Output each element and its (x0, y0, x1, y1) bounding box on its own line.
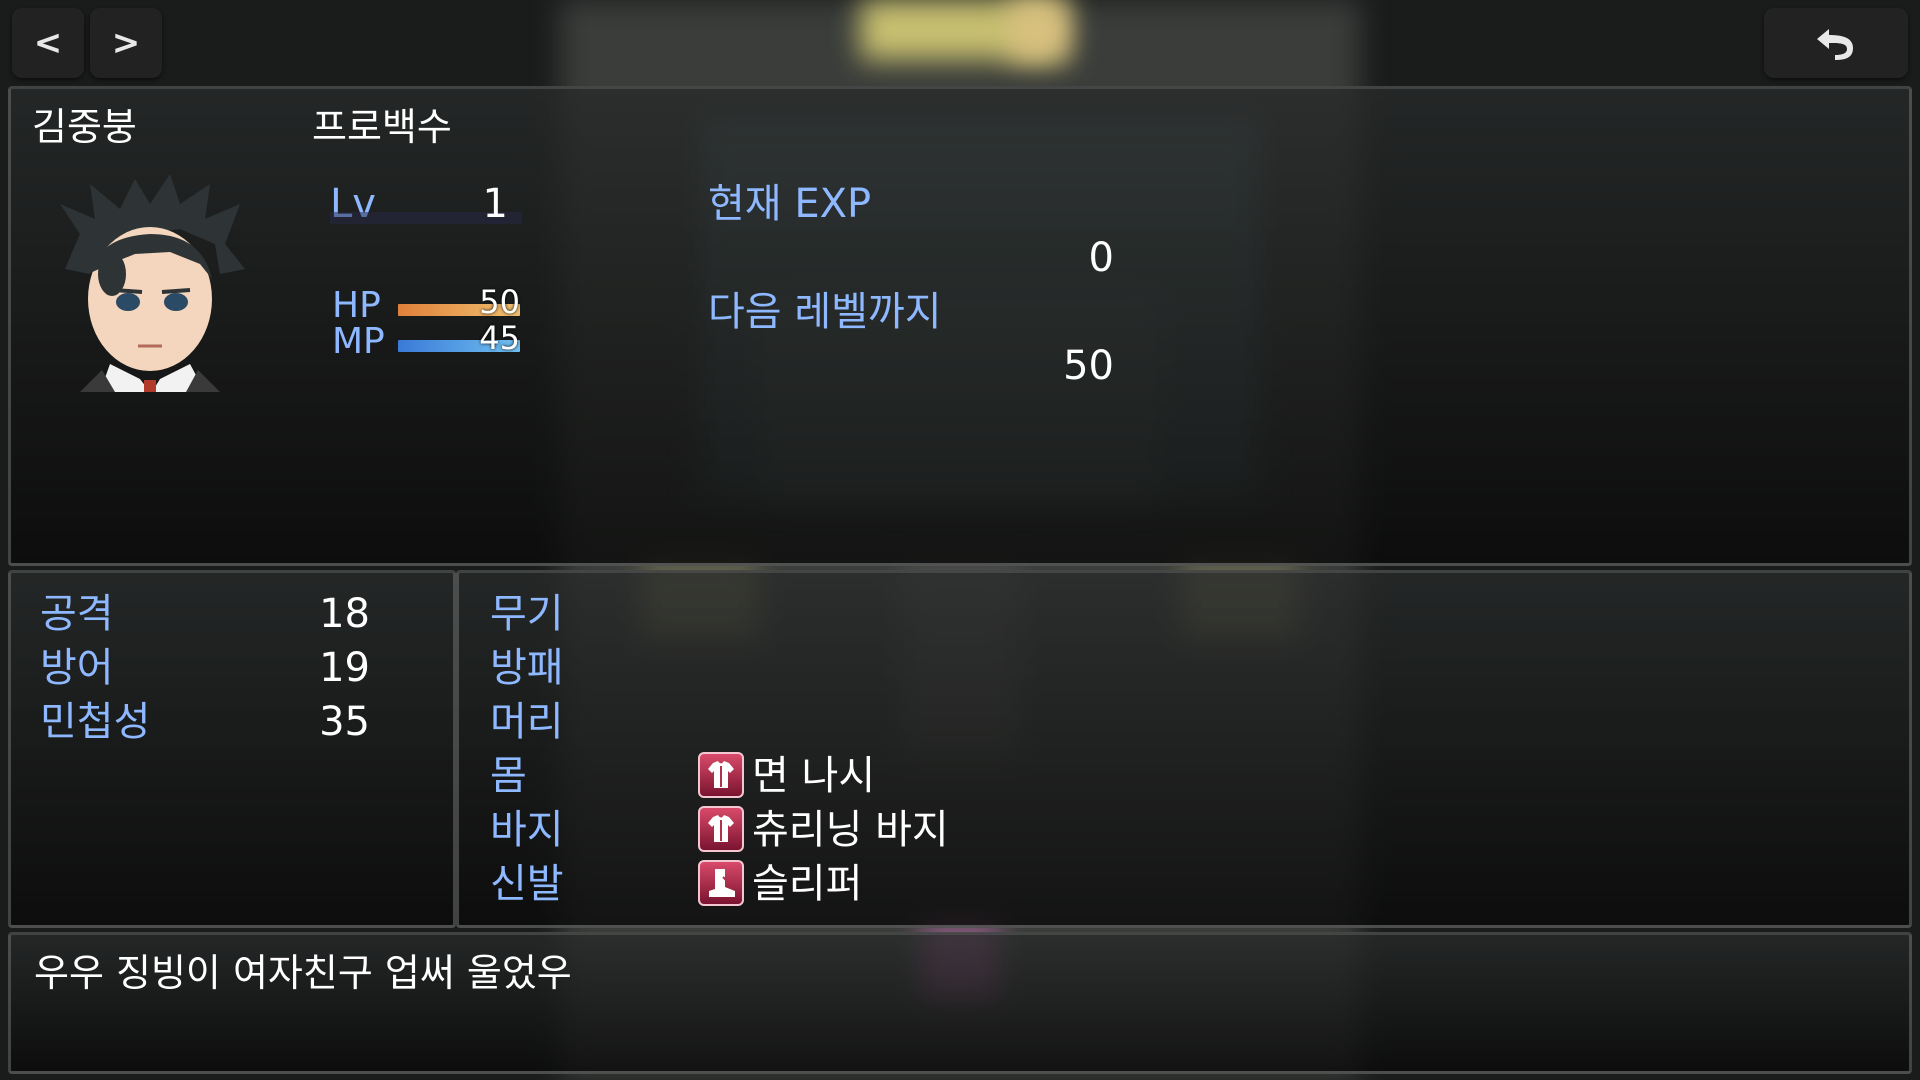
hp-value: 50 (479, 283, 520, 321)
actor-class: 프로백수 (312, 105, 452, 149)
boot-icon (698, 860, 744, 906)
param-agility-value: 35 (319, 699, 370, 745)
level-value: 1 (482, 181, 508, 227)
current-exp-value: 0 (1088, 235, 1114, 281)
equip-slot-head: 머리 (490, 699, 564, 745)
hp-label: HP (332, 285, 381, 326)
next-level-exp-value: 50 (1063, 343, 1114, 389)
equip-item-body[interactable]: 면 나시 (752, 756, 875, 796)
clothing-icon (698, 752, 744, 798)
equip-slot-pants: 바지 (490, 807, 564, 853)
current-exp-label: 현재 EXP (708, 181, 872, 227)
actor-face-portrait (40, 174, 258, 392)
next-actor-button[interactable]: > (90, 8, 162, 78)
prev-actor-label: < (33, 23, 63, 63)
mp-value: 45 (479, 319, 520, 357)
actor-name: 김중붕 (32, 105, 137, 149)
prev-actor-button[interactable]: < (12, 8, 84, 78)
equip-item-pants[interactable]: 츄리닝 바지 (752, 810, 949, 850)
equip-slot-body: 몸 (490, 753, 527, 799)
param-agility-label: 민첩성 (40, 699, 151, 745)
clothing-icon (698, 806, 744, 852)
profile-text: 우우 징빙이 여자친구 업써 울었우 (34, 951, 572, 995)
equipment-panel (456, 570, 1912, 928)
mp-label: MP (332, 321, 385, 362)
param-defense-label: 방어 (40, 645, 114, 691)
equip-slot-weapon: 무기 (490, 591, 564, 637)
param-attack-value: 18 (319, 591, 370, 637)
equip-slot-shield: 방패 (490, 645, 564, 691)
next-level-exp-label: 다음 레벨까지 (708, 289, 942, 335)
param-defense-value: 19 (319, 645, 370, 691)
back-button[interactable] (1764, 8, 1908, 78)
status-panel (8, 86, 1912, 566)
equip-slot-shoes: 신발 (490, 861, 564, 907)
back-arrow-icon (1817, 29, 1853, 60)
next-actor-label: > (111, 23, 141, 63)
equip-item-shoes[interactable]: 슬리퍼 (752, 864, 862, 904)
param-attack-label: 공격 (40, 591, 114, 637)
